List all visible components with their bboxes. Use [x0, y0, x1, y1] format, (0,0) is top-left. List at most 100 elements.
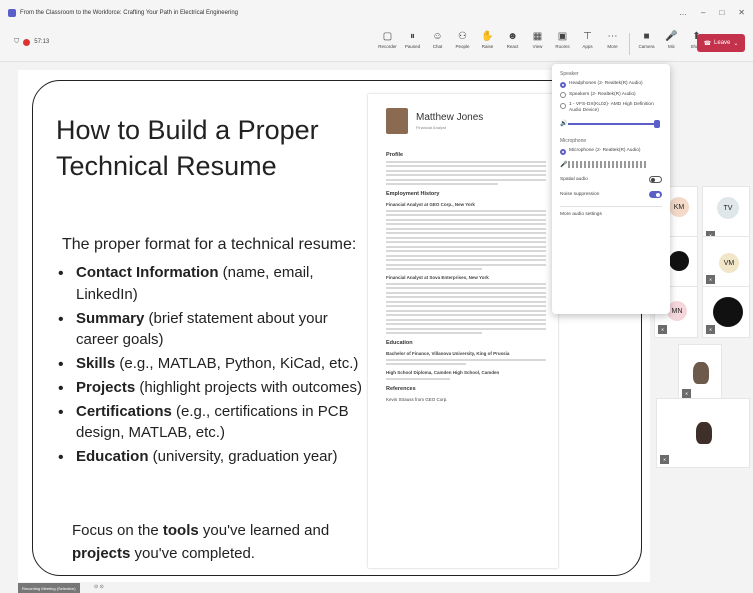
resume-role: Financial Analyst — [416, 125, 447, 130]
focus-text-2: tools — [162, 522, 199, 539]
audio-device-option[interactable]: Microphone (2- Realtek(R) Audio) — [560, 148, 662, 155]
avatar: KM — [669, 197, 689, 217]
minimize-icon[interactable]: – — [701, 8, 705, 17]
bullet-term: Projects — [76, 378, 136, 396]
maximize-icon[interactable]: □ — [719, 8, 724, 17]
toolbar-people-button[interactable]: ⚇ People — [451, 30, 474, 58]
toolbar-camera-button[interactable]: ■ Camera — [635, 30, 658, 58]
avatar: VM — [719, 253, 739, 273]
noise-suppression-toggle[interactable] — [649, 190, 662, 198]
audio-device-option[interactable]: Speakers (2- Realtek(R) Audio) — [560, 91, 662, 98]
audio-device-option[interactable]: Headphones (2- Realtek(R) Audio) — [560, 81, 662, 88]
speaker-volume-slider[interactable]: 🔊 — [560, 120, 662, 129]
timer-text: 57:13 — [34, 39, 50, 45]
toolbar-button-label: More — [607, 44, 618, 49]
shield-icon: ⛉ — [14, 38, 20, 45]
recording-chip[interactable]: Recording Meeting (Selective) — [18, 583, 80, 593]
participant-video-tile[interactable]: ✕ — [678, 344, 722, 402]
chat-icon: ☺ — [432, 31, 443, 42]
window-controls: … – □ ✕ — [679, 8, 745, 17]
focus-text-3: you've learned and — [198, 522, 330, 539]
more-audio-settings-link[interactable]: More audio settings — [560, 212, 662, 217]
recording-dot-icon — [23, 38, 31, 46]
avatar — [669, 251, 689, 271]
resume-job-1: Financial Analyst at GEO Corp., New York — [386, 202, 475, 207]
toolbar-react-button[interactable]: ☻ React — [501, 30, 524, 58]
leave-button[interactable]: ☎ Leave ⌄ — [697, 34, 745, 52]
toolbar-recorder-button[interactable]: ▢ Recorder — [376, 30, 399, 58]
speaker-options: Headphones (2- Realtek(R) Audio) Speakers… — [560, 81, 662, 114]
audio-device-option[interactable]: 1 - VFS-DX(KL02)- AMD High Definition Au… — [560, 102, 662, 114]
toolbar-button-label: Paused — [404, 44, 421, 49]
slide-bullet: Contact Information (name, email, Linked… — [58, 262, 373, 306]
radio-icon[interactable] — [560, 81, 566, 88]
bullet-term: Summary — [76, 309, 145, 327]
toolbar-buttons: ▢ Recorder ⏸ Paused ☺ Chat ⚇ People ✋ Raise ☻ React… — [376, 30, 708, 58]
participant-video-tile[interactable]: ✕ — [656, 398, 750, 468]
bottom-icons[interactable]: ⊙ ⊙ — [94, 584, 104, 590]
participant-tile[interactable]: VM ✕ — [702, 236, 750, 288]
participant-video-avatar — [696, 422, 712, 444]
participant-tile[interactable]: ✕ — [702, 286, 750, 338]
meeting-timer: ⛉ 57:13 — [14, 38, 49, 46]
spatial-audio-label: Spatial audio — [560, 176, 588, 182]
chevron-down-icon[interactable]: ⌄ — [733, 40, 738, 47]
radio-icon[interactable] — [560, 148, 566, 155]
toolbar-button-label: Apps — [582, 44, 593, 49]
slide-bullet: Certifications (e.g., certifications in … — [58, 401, 373, 445]
avatar: MN — [667, 301, 687, 321]
spatial-audio-toggle[interactable] — [649, 175, 662, 183]
toolbar-apps-button[interactable]: ⊤ Apps — [576, 30, 599, 58]
raise-hand-icon: ✋ — [481, 31, 494, 42]
toolbar-button-label: Raise — [481, 44, 494, 49]
toolbar-paused-button[interactable]: ⏸ Paused — [401, 30, 424, 58]
toolbar-rooms-button[interactable]: ▣ Rooms — [551, 30, 574, 58]
title-bar: From the Classroom to the Workforce: Cra… — [0, 0, 753, 26]
window-title: From the Classroom to the Workforce: Cra… — [20, 10, 238, 16]
bullet-detail: (highlight projects with outcomes) — [135, 378, 362, 396]
mic-muted-icon: ✕ — [706, 325, 715, 334]
focus-text-1: Focus on the — [72, 522, 163, 539]
resume-references-heading: References — [386, 385, 416, 392]
toolbar-button-label: Chat — [432, 44, 443, 49]
view-icon: ▦ — [532, 31, 543, 42]
volume-knob[interactable] — [654, 120, 660, 129]
toolbar-mic-button[interactable]: 🎤 Mic — [660, 30, 683, 58]
radio-icon[interactable] — [560, 102, 566, 109]
slide-bullet: Education (university, graduation year) — [58, 446, 373, 469]
toolbar-more-button[interactable]: ⋯ More — [601, 30, 624, 58]
slide-bullet: Skills (e.g., MATLAB, Python, KiCad, etc… — [58, 353, 373, 376]
audio-settings-popup: Speaker Headphones (2- Realtek(R) Audio)… — [552, 64, 670, 314]
resume-employment-heading: Employment History — [386, 191, 440, 197]
resume-photo — [386, 108, 408, 134]
noise-suppression-label: Noise suppression — [560, 191, 600, 197]
mic-section-label: Microphone — [560, 138, 587, 145]
speaker-icon: 🔊 — [560, 121, 568, 128]
toolbar-button-label: View — [532, 44, 543, 49]
resume-edu-2: High School Diploma, Camden High School,… — [386, 370, 500, 375]
resume-profile-heading: Profile — [386, 152, 404, 158]
mic-muted-icon: ✕ — [706, 275, 715, 284]
phone-icon: ☎ — [703, 40, 712, 47]
meeting-toolbar: ⛉ 57:13 ▢ Recorder ⏸ Paused ☺ Chat ⚇ People ✋ Rai… — [0, 26, 753, 62]
toolbar-view-button[interactable]: ▦ View — [526, 30, 549, 58]
close-icon[interactable]: ✕ — [738, 8, 745, 17]
toolbar-raise-button[interactable]: ✋ Raise — [476, 30, 499, 58]
resume-name: Matthew Jones — [416, 112, 484, 123]
slide-focus-text: Focus on the tools you've learned and pr… — [72, 520, 352, 565]
slide-title: How to Build a Proper Technical Resume — [56, 115, 319, 182]
mic-level-meter: 🎤 — [560, 160, 662, 168]
audio-device-label: Speakers (2- Realtek(R) Audio) — [569, 91, 636, 97]
more-icon: ⋯ — [607, 31, 618, 42]
radio-icon[interactable] — [560, 92, 566, 98]
people-icon: ⚇ — [458, 31, 467, 42]
bullet-detail: (e.g., MATLAB, Python, KiCad, etc.) — [115, 355, 359, 372]
bullet-detail: (university, graduation year) — [148, 448, 338, 465]
focus-text-4: projects — [72, 544, 131, 562]
mic-options: Microphone (2- Realtek(R) Audio) — [560, 148, 662, 155]
bullet-term: Certifications — [76, 402, 172, 420]
bullet-term: Contact Information — [76, 264, 219, 281]
toolbar-button-label: React — [506, 44, 519, 49]
window-more-icon[interactable]: … — [679, 8, 687, 17]
toolbar-chat-button[interactable]: ☺ Chat — [426, 30, 449, 58]
